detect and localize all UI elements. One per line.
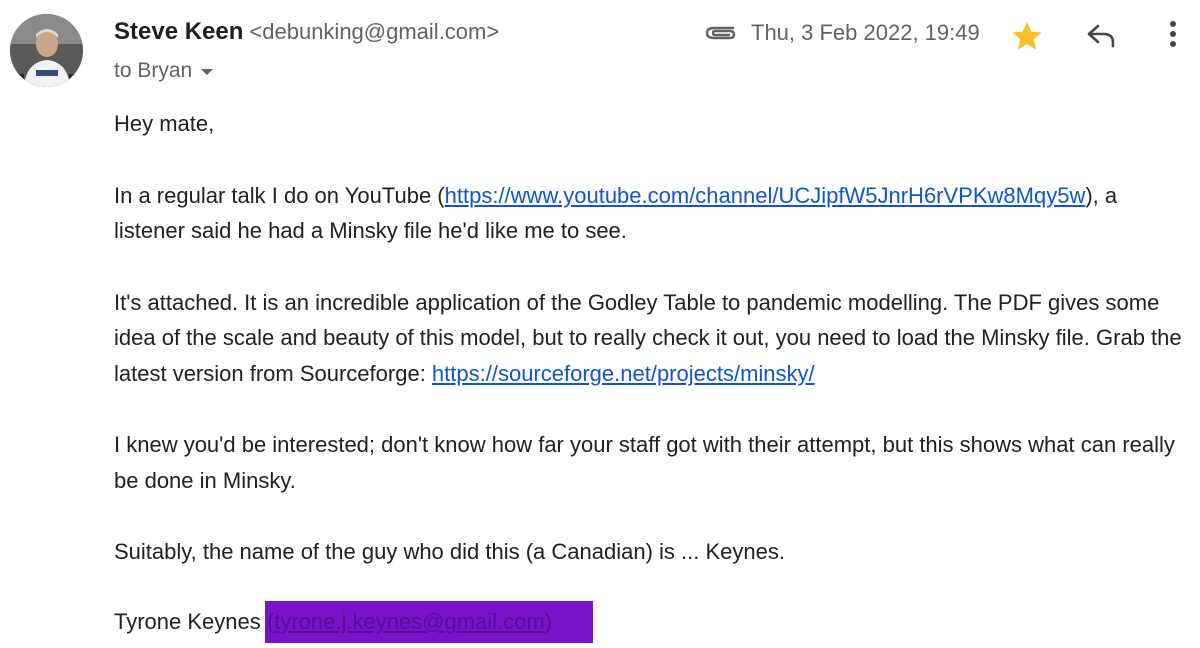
avatar-photo [10, 14, 83, 87]
message-date: Thu, 3 Feb 2022, 19:49 [751, 20, 980, 45]
redacted-email-text: tyrone.j.keynes@gmail.com [274, 609, 545, 634]
paragraph-keynes: Suitably, the name of the guy who did th… [114, 539, 785, 564]
greeting: Hey mate, [114, 111, 215, 136]
signature-name: Tyrone Keynes [114, 609, 261, 634]
paragraph-interest: I knew you'd be interested; don't know h… [114, 432, 1175, 493]
sender-header: Steve Keen <debunking@gmail.com> [114, 18, 499, 46]
more-vert-icon[interactable] [1160, 18, 1186, 52]
paragraph-youtube-lead: In a regular talk I do on YouTube ( [114, 182, 445, 208]
sourceforge-link[interactable]: https://sourceforge.net/projects/minsky/ [432, 361, 815, 386]
signature: Tyrone Keynes (tyrone.j.keynes@gmail.com… [114, 601, 593, 643]
message-body: Hey mate, In a regular talk I do on YouT… [114, 106, 1194, 606]
redacted-close-paren: ) [544, 609, 553, 634]
paragraph-youtube: In a regular talk I do on YouTube (https… [114, 178, 1194, 249]
caret-down-icon[interactable] [200, 59, 214, 83]
recipient-line[interactable]: to Bryan [114, 59, 214, 83]
star-icon[interactable] [1010, 20, 1044, 52]
recipient-label: to Bryan [114, 59, 193, 82]
paragraph-attachment: It's attached. It is an incredible appli… [114, 285, 1194, 392]
sender-name[interactable]: Steve Keen [114, 18, 243, 45]
redacted-email: (tyrone.j.keynes@gmail.com) [264, 601, 593, 643]
sender-avatar[interactable] [10, 14, 83, 87]
sender-email: <debunking@gmail.com> [249, 19, 500, 44]
youtube-link[interactable]: https://www.youtube.com/channel/UCJipfW5… [445, 183, 1086, 208]
paperclip-icon [703, 20, 737, 44]
reply-icon[interactable] [1084, 20, 1118, 52]
